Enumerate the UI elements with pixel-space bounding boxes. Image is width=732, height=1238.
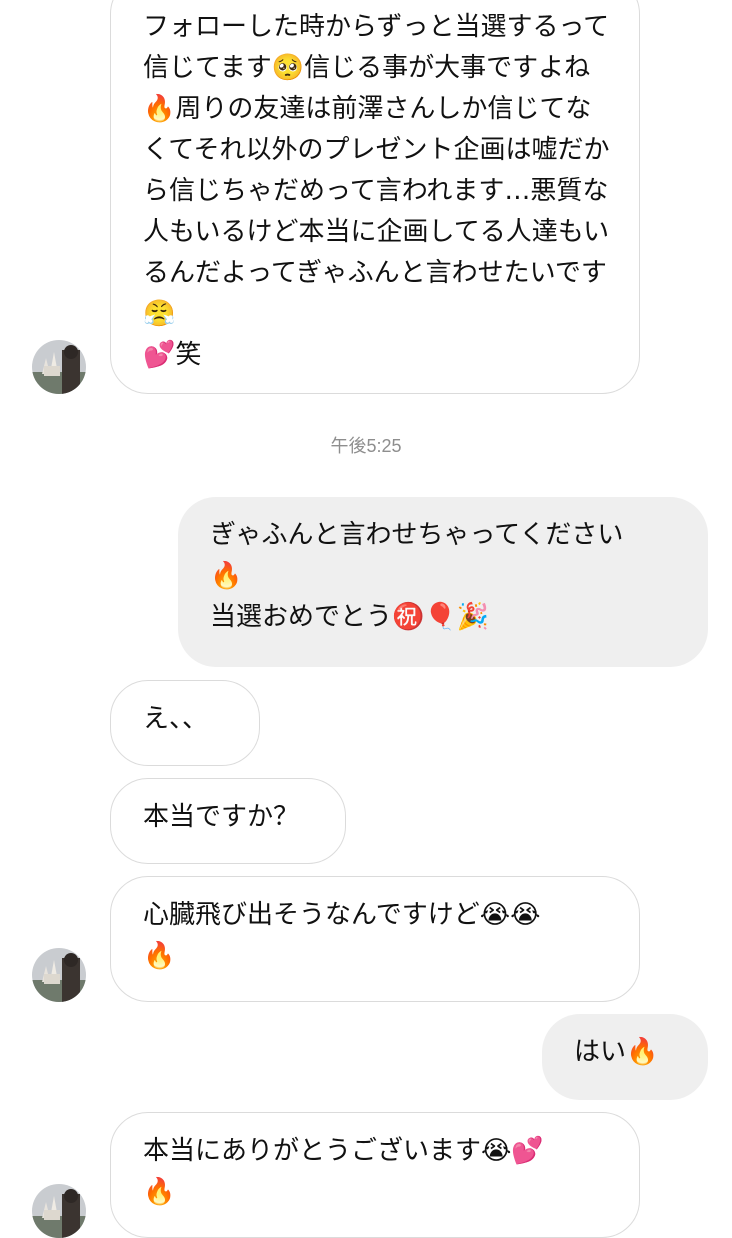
avatar[interactable]	[32, 948, 86, 1002]
message-timestamp: 午後5:25	[330, 436, 402, 456]
message-bubble-incoming[interactable]: フォローした時からずっと当選するって信じてます🥺信じる事が大事ですよね🔥周りの友…	[110, 0, 640, 394]
castle-photo-icon	[32, 340, 86, 394]
message-bubble-incoming[interactable]: 本当にありがとうございます😭💕 🔥	[110, 1112, 640, 1238]
castle-photo-icon	[32, 948, 86, 1002]
message-bubble-outgoing[interactable]: はい🔥	[542, 1014, 708, 1100]
message-bubble-outgoing[interactable]: ぎゃふんと言わせちゃってください 🔥 当選おめでとう㊗️🎈🎉	[178, 497, 708, 667]
avatar[interactable]	[32, 340, 86, 394]
message-bubble-incoming[interactable]: え、、	[110, 680, 260, 766]
castle-photo-icon	[32, 1184, 86, 1238]
message-bubble-incoming[interactable]: 本当ですか？	[110, 778, 346, 864]
avatar[interactable]	[32, 1184, 86, 1238]
message-bubble-incoming[interactable]: 心臓飛び出そうなんですけど😭😭 🔥	[110, 876, 640, 1002]
